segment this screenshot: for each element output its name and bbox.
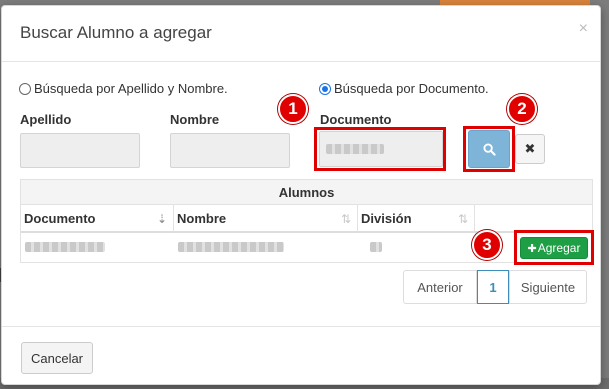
column-header-nombre[interactable]: Nombre ⇅ — [174, 205, 357, 233]
close-icon[interactable]: × — [579, 20, 588, 38]
pagination: Anterior 1 Siguiente — [403, 270, 587, 304]
radio-checked-icon[interactable] — [319, 82, 331, 95]
apellido-label: Apellido — [20, 112, 72, 127]
redacted-value — [25, 242, 105, 252]
close-icon: ✖ — [524, 141, 536, 156]
column-header-documento[interactable]: Documento ⇣ — [21, 205, 173, 233]
highlight-box-2 — [463, 126, 515, 172]
table-cell-documento — [25, 233, 105, 261]
radio-circle-icon[interactable] — [19, 82, 31, 95]
pagination-prev[interactable]: Anterior — [403, 270, 477, 304]
pagination-page-1[interactable]: 1 — [477, 270, 509, 304]
column-header-label: División — [361, 211, 412, 226]
modal-footer-divider — [2, 326, 600, 327]
cancel-button[interactable]: Cancelar — [21, 342, 93, 374]
nombre-label: Nombre — [170, 112, 220, 127]
table-cell-nombre — [178, 233, 284, 261]
radio-search-by-name[interactable]: Búsqueda por Apellido y Nombre. — [19, 81, 228, 96]
search-student-modal: Buscar Alumno a agregar × Búsqueda por A… — [1, 5, 601, 385]
redacted-value — [178, 242, 284, 252]
table-cell-division — [370, 233, 382, 261]
pagination-next[interactable]: Siguiente — [509, 270, 587, 304]
column-header-division[interactable]: División ⇅ — [358, 205, 474, 233]
radio-search-by-name-label: Búsqueda por Apellido y Nombre. — [34, 81, 228, 96]
nombre-input[interactable] — [170, 133, 290, 168]
table-caption: Alumnos — [21, 180, 592, 205]
sort-icon[interactable]: ⇅ — [341, 205, 351, 233]
sort-icon[interactable]: ⇅ — [458, 205, 468, 233]
column-header-label: Documento — [24, 211, 96, 226]
students-table: Alumnos Documento ⇣ Nombre ⇅ División ⇅ — [20, 179, 593, 263]
highlight-box-1 — [314, 127, 446, 171]
radio-search-by-document-label: Búsqueda por Documento. — [334, 81, 489, 96]
redacted-value — [370, 242, 382, 252]
radio-search-by-document[interactable]: Búsqueda por Documento. — [319, 81, 489, 96]
modal-title: Buscar Alumno a agregar — [20, 23, 212, 42]
clear-button[interactable]: ✖ — [515, 134, 545, 164]
column-header-actions — [475, 205, 592, 233]
annotation-badge-3: 3 — [472, 230, 502, 260]
apellido-input[interactable] — [20, 133, 140, 168]
annotation-badge-2: 2 — [507, 94, 537, 124]
column-header-label: Nombre — [177, 211, 227, 226]
highlight-box-3 — [514, 230, 594, 265]
modal-header: Buscar Alumno a agregar × — [2, 6, 600, 62]
documento-label: Documento — [320, 112, 392, 127]
sort-desc-icon[interactable]: ⇣ — [157, 205, 167, 233]
annotation-badge-1: 1 — [278, 94, 308, 124]
